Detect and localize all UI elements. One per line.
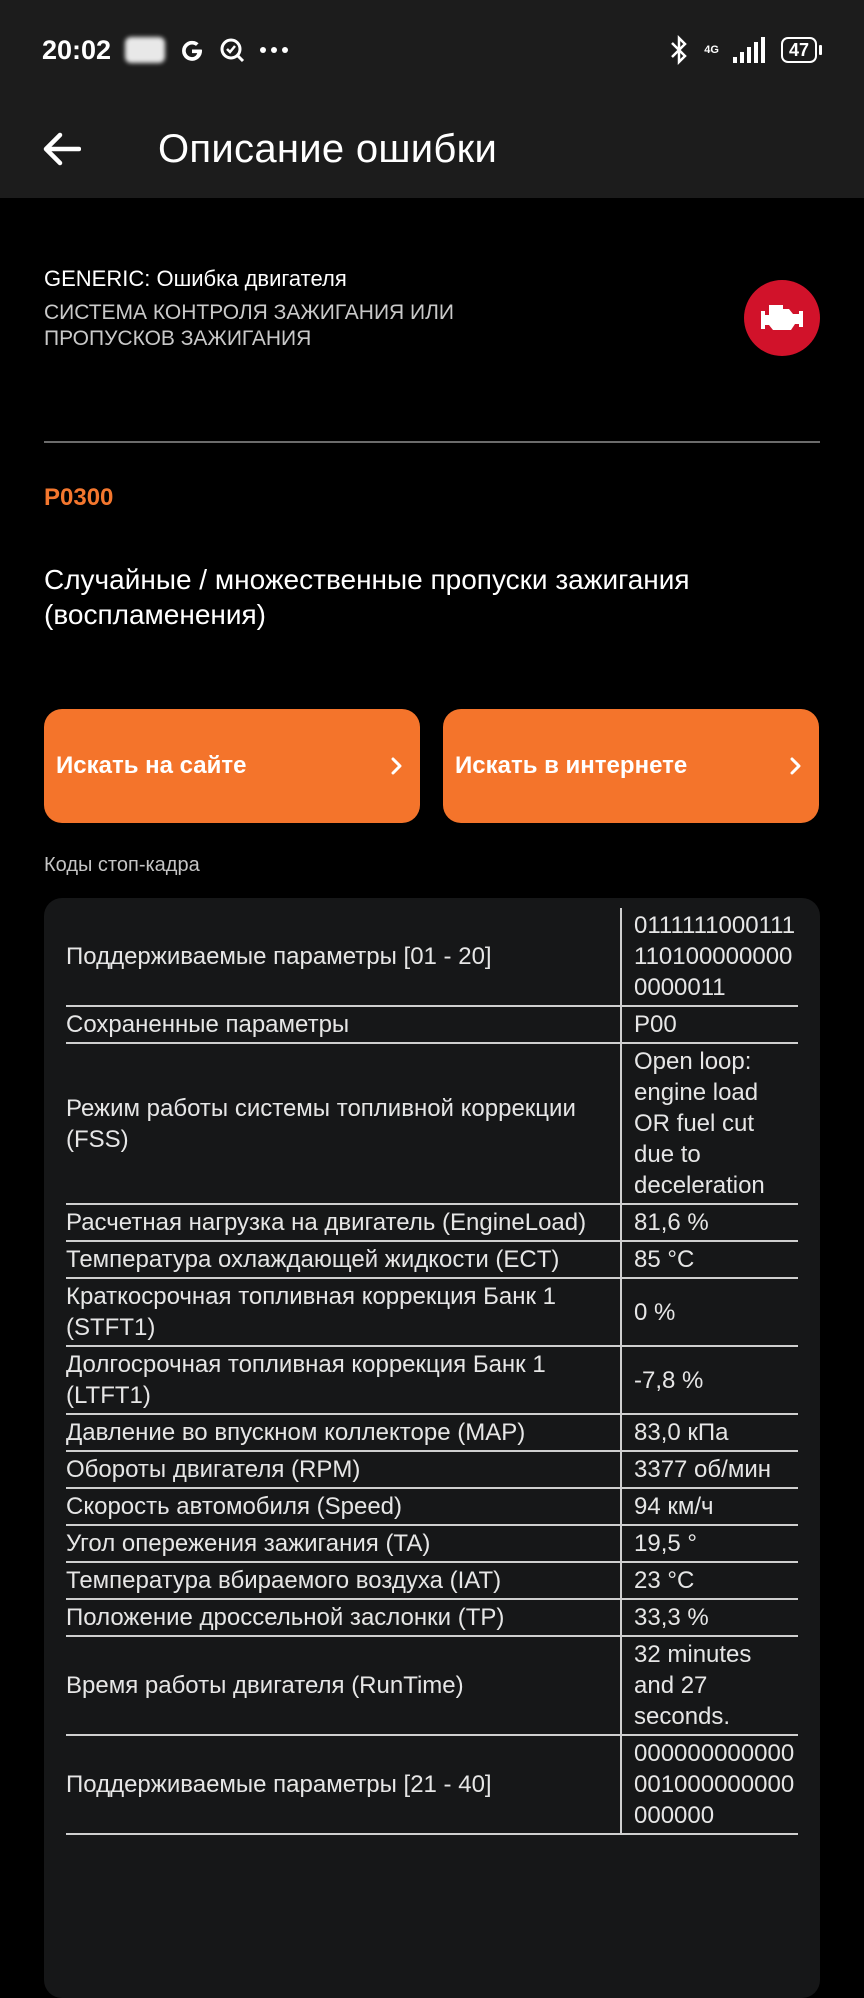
chevron-right-icon [790, 757, 801, 775]
bluetooth-icon [671, 34, 688, 66]
param-value: 01111110001111101000000000000011 [621, 908, 798, 1007]
table-row: Сохраненные параметры P00 [66, 1006, 798, 1044]
network-type: 4G [704, 43, 719, 56]
param-value: 33,3 % [621, 1599, 798, 1637]
search-site-button[interactable]: Искать на сайте [44, 709, 420, 823]
param-value: 3377 об/мин [621, 1451, 798, 1489]
param-name: Температура вбираемого воздуха (IAT) [66, 1562, 622, 1600]
param-value: 83,0 кПа [621, 1414, 798, 1452]
param-name: Давление во впускном коллекторе (MAP) [66, 1414, 622, 1452]
table-row: Температура охлаждающей жидкости (ECT) 85… [66, 1241, 798, 1279]
param-name: Долгосрочная топливная коррекция Банк 1 … [66, 1346, 622, 1415]
table-row: Обороты двигателя (RPM) 3377 об/мин [66, 1451, 798, 1489]
table-row: Расчетная нагрузка на двигатель (EngineL… [66, 1204, 798, 1242]
table-row: Краткосрочная топливная коррекция Банк 1… [66, 1278, 798, 1347]
param-value: 94 км/ч [621, 1488, 798, 1526]
engine-icon [744, 280, 820, 356]
freeze-frame-table: Поддерживаемые параметры [01 - 20] 011111… [66, 908, 798, 1835]
error-header: GENERIC: Ошибка двигателя СИСТЕМА КОНТРО… [44, 266, 820, 353]
search-web-label: Искать в интернете [455, 752, 688, 779]
page-title: Описание ошибки [158, 126, 498, 171]
param-name: Скорость автомобиля (Speed) [66, 1488, 622, 1526]
table-row: Скорость автомобиля (Speed) 94 км/ч [66, 1488, 798, 1526]
param-name: Положение дроссельной заслонки (TP) [66, 1599, 622, 1637]
error-code: P0300 [44, 484, 114, 511]
search-site-label: Искать на сайте [56, 752, 247, 779]
signal-icon [732, 37, 765, 63]
param-value: 0 % [621, 1278, 798, 1347]
table-row: Поддерживаемые параметры [21 - 40] 000000… [66, 1735, 798, 1835]
table-row: Угол опережения зажигания (TA) 19,5 ° [66, 1525, 798, 1563]
param-name: Краткосрочная топливная коррекция Банк 1… [66, 1278, 622, 1347]
table-row: Положение дроссельной заслонки (TP) 33,3 … [66, 1599, 798, 1637]
battery-level: 47 [788, 39, 809, 60]
param-name: Угол опережения зажигания (TA) [66, 1525, 622, 1563]
table-row: Время работы двигателя (RunTime) 32 minut… [66, 1636, 798, 1736]
divider [44, 441, 820, 443]
error-subsystem: СИСТЕМА КОНТРОЛЯ ЗАЖИГАНИЯ ИЛИ ПРОПУСКОВ… [44, 301, 455, 351]
freeze-frame-title: Коды стоп-кадра [44, 854, 200, 876]
chevron-right-icon [391, 757, 402, 775]
param-value: 000000000000001000000000000000 [621, 1735, 798, 1835]
param-name: Режим работы системы топливной коррекции… [66, 1043, 622, 1205]
param-value: -7,8 % [621, 1346, 798, 1415]
table-row: Температура вбираемого воздуха (IAT) 23 °… [66, 1562, 798, 1600]
toolbar: Описание ошибки [0, 100, 864, 198]
param-name: Время работы двигателя (RunTime) [66, 1636, 622, 1736]
param-name: Температура охлаждающей жидкости (ECT) [66, 1241, 622, 1279]
param-value: 32 minutes and 27 seconds. [621, 1636, 798, 1736]
param-name: Обороты двигателя (RPM) [66, 1451, 622, 1489]
table-row: Поддерживаемые параметры [01 - 20] 011111… [66, 908, 798, 1007]
table-row: Режим работы системы топливной коррекции… [66, 1043, 798, 1205]
param-value: 81,6 % [621, 1204, 798, 1242]
status-bar: 20:02 4G 47 [0, 0, 864, 100]
param-name: Сохраненные параметры [66, 1006, 622, 1044]
param-value: Open loop: engine load OR fuel cut due t… [621, 1043, 798, 1205]
back-button[interactable] [22, 109, 102, 189]
param-value: 19,5 ° [621, 1525, 798, 1563]
search-web-button[interactable]: Искать в интернете [443, 709, 819, 823]
google-icon [182, 40, 203, 61]
param-value: 23 °C [621, 1562, 798, 1600]
arrow-left-icon [43, 132, 81, 166]
freeze-frame-panel: Поддерживаемые параметры [01 - 20] 011111… [44, 898, 820, 1998]
param-value: P00 [621, 1006, 798, 1044]
error-category: GENERIC: Ошибка двигателя [44, 266, 347, 291]
battery-icon: 47 [780, 37, 822, 63]
param-value: 85 °C [621, 1241, 798, 1279]
table-row: Долгосрочная топливная коррекция Банк 1 … [66, 1346, 798, 1415]
error-description: Случайные / множественные пропуски зажиг… [44, 564, 690, 630]
more-notifications-icon [260, 47, 289, 53]
status-time: 20:02 [42, 34, 112, 65]
search-app-icon [220, 38, 245, 63]
param-name: Расчетная нагрузка на двигатель (EngineL… [66, 1204, 622, 1242]
param-name: Поддерживаемые параметры [21 - 40] [66, 1735, 622, 1835]
param-name: Поддерживаемые параметры [01 - 20] [66, 908, 622, 1007]
table-row: Давление во впускном коллекторе (MAP) 83,… [66, 1414, 798, 1452]
notification-icon [125, 37, 166, 63]
